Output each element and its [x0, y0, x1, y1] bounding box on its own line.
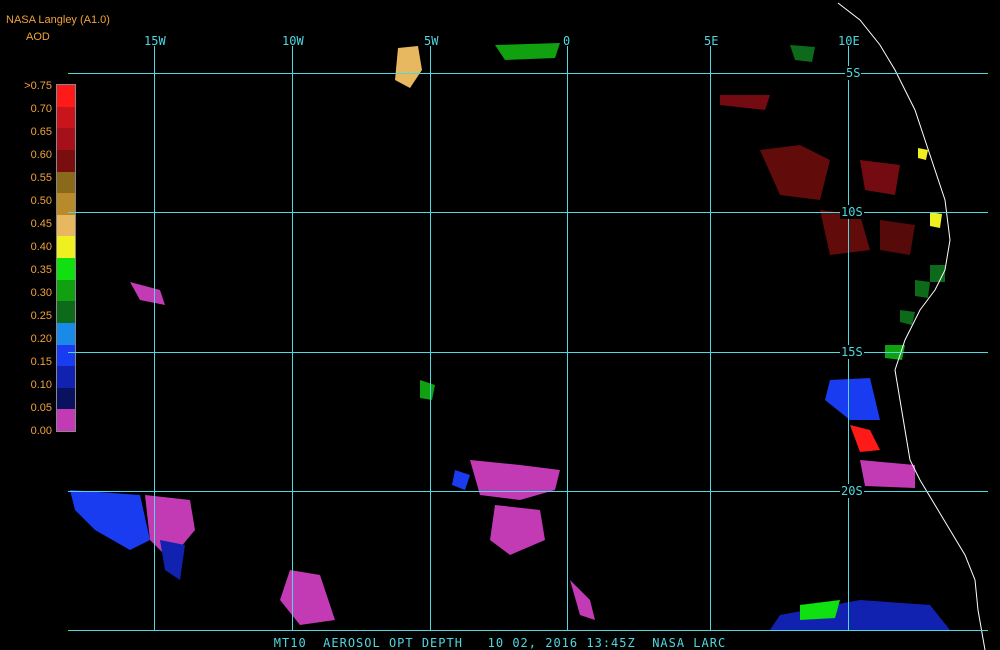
aod-patch	[720, 95, 770, 110]
aod-patch	[160, 540, 185, 580]
aod-patch	[280, 570, 335, 625]
aod-patch	[915, 280, 930, 298]
footer-date: 10 02, 2016	[487, 636, 579, 650]
lon-label-10w: 10W	[282, 34, 304, 48]
grid-line-bottom	[68, 630, 988, 631]
aod-patch	[470, 460, 560, 500]
grid-line-lon	[848, 46, 849, 630]
lat-label-10s: 10S	[840, 205, 864, 219]
lon-label-10e: 10E	[838, 34, 860, 48]
aod-patch	[395, 46, 422, 88]
grid-line-lon	[430, 46, 431, 630]
aod-patch	[900, 310, 915, 325]
lat-label-20s: 20S	[840, 484, 864, 498]
aod-patch	[825, 378, 880, 420]
lat-label-15s: 15S	[840, 345, 864, 359]
grid-line-lon	[567, 46, 568, 630]
aod-patch	[495, 43, 560, 60]
grid-line-lon	[154, 46, 155, 630]
lon-label-0: 0	[563, 34, 571, 48]
footer-product-code: MT10	[273, 636, 307, 650]
lon-label-5e: 5E	[704, 34, 719, 48]
aod-patch	[570, 580, 595, 620]
lon-label-15w: 15W	[144, 34, 166, 48]
aod-patch	[850, 425, 880, 452]
footer-time: 13:45Z	[586, 636, 636, 650]
aerosol-patches	[70, 43, 950, 630]
aod-patch	[800, 600, 840, 620]
aod-patch	[770, 600, 950, 630]
grid-line-lon	[292, 46, 293, 630]
coastline	[837, 2, 986, 650]
lon-label-5w: 5W	[424, 34, 439, 48]
aod-patch	[452, 470, 470, 490]
aod-patch	[880, 220, 915, 255]
grid-line-lon	[710, 46, 711, 630]
aod-patch	[490, 505, 545, 555]
aod-patch	[918, 148, 928, 160]
aod-patch	[760, 145, 830, 200]
aod-patch	[860, 160, 900, 195]
aerosol-map	[70, 2, 986, 650]
aod-patch	[420, 380, 435, 400]
aod-patch	[130, 282, 165, 305]
lat-label-5s: 5S	[845, 66, 862, 80]
map-footer: MT10 AEROSOL OPT DEPTH 10 02, 2016 13:45…	[0, 636, 1000, 650]
aod-patch	[860, 460, 915, 488]
footer-title: AEROSOL OPT DEPTH	[323, 636, 463, 650]
aod-patch	[790, 45, 815, 62]
aod-patch	[70, 490, 150, 550]
footer-credit: NASA LARC	[652, 636, 727, 650]
aod-patch	[930, 212, 942, 228]
